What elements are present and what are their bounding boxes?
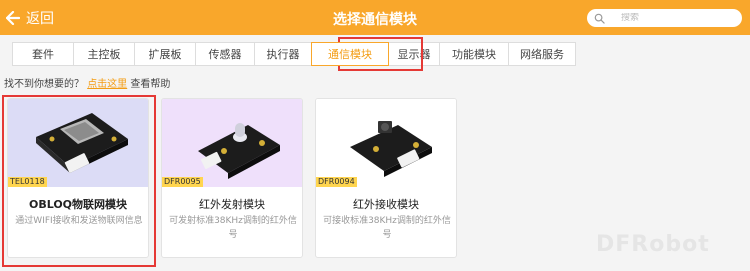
product-image bbox=[316, 99, 456, 187]
top-bar: 返回 选择通信模块 bbox=[0, 0, 750, 35]
help-prefix: 找不到你想要的？ bbox=[4, 79, 84, 90]
product-image bbox=[8, 99, 148, 187]
tab-main-boards[interactable]: 主控板 bbox=[73, 42, 135, 66]
product-name: 红外接收模块 bbox=[353, 198, 419, 211]
product-description: 可接收标准38KHz调制的红外信号 bbox=[323, 216, 451, 240]
help-suffix: 查看帮助 bbox=[130, 79, 171, 90]
ir-receiver-board-illustration bbox=[350, 121, 432, 177]
help-text: 找不到你想要的？ 点击这里 查看帮助 bbox=[4, 75, 170, 90]
search-box[interactable] bbox=[587, 9, 742, 27]
tab-communication[interactable]: 通信模块 bbox=[311, 42, 389, 66]
tab-network-services[interactable]: 网络服务 bbox=[508, 42, 576, 66]
obloq-board-illustration bbox=[36, 113, 128, 173]
product-code: TEL0118 bbox=[8, 177, 47, 187]
product-description: 通过WIFI接收和发送物联网信息 bbox=[15, 216, 143, 226]
product-description: 可发射标准38KHz调制的红外信号 bbox=[169, 216, 297, 240]
product-name: 红外发射模块 bbox=[199, 198, 265, 211]
category-tabs: 套件 主控板 扩展板 传感器 执行器 通信模块 显示器 功能模块 网络服务 bbox=[12, 42, 576, 66]
product-name: OBLOQ物联网模块 bbox=[28, 198, 128, 211]
ir-transmitter-board-illustration bbox=[198, 123, 280, 179]
tab-function-modules[interactable]: 功能模块 bbox=[439, 42, 509, 66]
module-card-ir-receiver[interactable]: DFR0094 红外接收模块 可接收标准38KHz调制的红外信号 bbox=[315, 98, 457, 258]
tab-displays[interactable]: 显示器 bbox=[388, 42, 440, 66]
watermark-logo: DFRobot bbox=[596, 232, 710, 257]
module-card-ir-transmitter[interactable]: DFR0095 红外发射模块 可发射标准38KHz调制的红外信号 bbox=[161, 98, 303, 258]
search-icon bbox=[594, 13, 605, 24]
module-card-obloq[interactable]: TEL0118 OBLOQ物联网模块 通过WIFI接收和发送物联网信息 bbox=[7, 98, 149, 258]
product-code: DFR0095 bbox=[162, 177, 203, 187]
tab-expansion-boards[interactable]: 扩展板 bbox=[134, 42, 196, 66]
tab-kits[interactable]: 套件 bbox=[12, 42, 74, 66]
tab-actuators[interactable]: 执行器 bbox=[254, 42, 312, 66]
product-code: DFR0094 bbox=[316, 177, 357, 187]
product-image bbox=[162, 99, 302, 187]
help-link[interactable]: 点击这里 bbox=[87, 79, 127, 90]
tab-sensors[interactable]: 传感器 bbox=[195, 42, 255, 66]
search-input[interactable] bbox=[621, 13, 731, 23]
